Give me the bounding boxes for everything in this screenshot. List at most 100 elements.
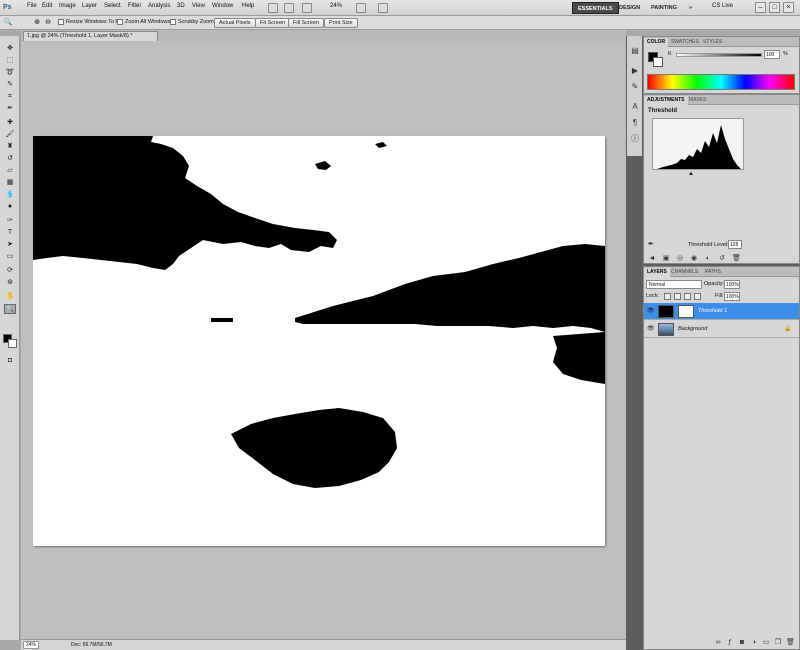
menu-image[interactable]: Image — [59, 3, 76, 9]
actions-panel-icon[interactable]: ▶ — [630, 66, 640, 76]
lasso-tool-icon[interactable]: ➰ — [4, 68, 16, 78]
color-background-swatch[interactable] — [653, 57, 663, 67]
fill-screen-button[interactable]: Fill Screen — [288, 18, 324, 28]
expand-view-icon[interactable]: ▣ — [662, 255, 670, 263]
menu-select[interactable]: Select — [104, 3, 121, 9]
brushes-panel-icon[interactable]: ✎ — [630, 82, 640, 92]
cs-live-button[interactable]: CS Live — [712, 3, 733, 9]
tab-paths[interactable]: PATHS — [702, 268, 724, 277]
tab-channels[interactable]: CHANNELS — [668, 268, 701, 277]
menu-file[interactable]: File — [27, 3, 37, 9]
paragraph-panel-icon[interactable]: ¶ — [630, 118, 640, 128]
menu-view[interactable]: View — [192, 3, 205, 9]
dodge-tool-icon[interactable]: ● — [4, 202, 16, 212]
image-canvas[interactable] — [33, 136, 605, 546]
gradient-tool-icon[interactable]: ▦ — [4, 178, 16, 188]
return-to-list-icon[interactable]: ◄ — [648, 255, 656, 263]
lock-image-toggle[interactable] — [674, 293, 681, 300]
tab-adjustments[interactable]: ADJUSTMENTS — [644, 96, 688, 105]
more-workspaces-button[interactable]: » — [684, 2, 697, 14]
move-tool-icon[interactable]: ✥ — [4, 44, 16, 54]
shape-tool-icon[interactable]: ▭ — [4, 252, 16, 262]
new-layer-icon[interactable]: ❐ — [774, 639, 782, 647]
arrange-documents-icon[interactable] — [356, 3, 366, 13]
layer-name[interactable]: Threshold 1 — [698, 308, 727, 314]
workspace-essentials[interactable]: ESSENTIALS — [572, 2, 619, 14]
close-button[interactable]: × — [783, 2, 794, 13]
layer-mask-thumbnail[interactable] — [678, 305, 694, 318]
layer-row-background[interactable]: 👁 Background 🔒 — [644, 321, 799, 338]
new-group-icon[interactable]: ▭ — [762, 639, 770, 647]
menu-help[interactable]: Help — [242, 3, 254, 9]
document-info[interactable]: Doc: 56.7M/56.7M — [71, 642, 112, 648]
menu-analysis[interactable]: Analysis — [148, 3, 170, 9]
eyedropper-icon[interactable]: ✒ — [648, 240, 654, 248]
threshold-slider-handle[interactable]: ▲ — [688, 171, 694, 177]
layer-name[interactable]: Background — [678, 326, 707, 332]
adjustment-layer-thumbnail[interactable] — [658, 305, 674, 318]
zoom-all-windows-checkbox[interactable]: Zoom All Windows — [117, 19, 170, 25]
hand-tool-icon[interactable]: ✋ — [4, 292, 16, 302]
link-layers-icon[interactable]: ∞ — [714, 639, 722, 647]
workspace-design[interactable]: DESIGN — [614, 2, 645, 14]
screen-mode-icon[interactable] — [378, 3, 388, 13]
menu-layer[interactable]: Layer — [82, 3, 97, 9]
menu-window[interactable]: Window — [212, 3, 233, 9]
3d-orbit-tool-icon[interactable]: ⊛ — [4, 278, 16, 288]
fit-screen-button[interactable]: Fit Screen — [255, 18, 291, 28]
eye-icon[interactable]: 👁 — [647, 308, 655, 314]
info-panel-icon[interactable]: ⓘ — [630, 134, 640, 144]
marquee-tool-icon[interactable]: ⬚ — [4, 56, 16, 66]
path-selection-tool-icon[interactable]: ➤ — [4, 240, 16, 250]
bridge-icon[interactable] — [268, 3, 278, 13]
actual-pixels-button[interactable]: Actual Pixels — [214, 18, 256, 28]
maximize-button[interactable]: □ — [769, 2, 780, 13]
delete-adjustment-icon[interactable]: 🗑 — [732, 255, 741, 263]
clip-to-layer-icon[interactable]: ◎ — [676, 255, 684, 263]
k-channel-slider[interactable] — [676, 53, 762, 57]
background-color-swatch[interactable] — [8, 339, 17, 348]
lock-transparency-toggle[interactable] — [664, 293, 671, 300]
tab-color[interactable]: COLOR — [644, 38, 669, 47]
reset-icon[interactable]: ↺ — [718, 255, 726, 263]
menu-3d[interactable]: 3D — [177, 3, 185, 9]
fill-field[interactable]: 100% — [724, 292, 740, 301]
resize-windows-checkbox[interactable]: Resize Windows To Fit — [58, 19, 122, 25]
tab-masks[interactable]: MASKS — [686, 96, 710, 105]
background-thumbnail[interactable] — [658, 323, 674, 336]
menu-edit[interactable]: Edit — [42, 3, 52, 9]
lock-position-toggle[interactable] — [684, 293, 691, 300]
quick-selection-tool-icon[interactable]: ✎ — [4, 80, 16, 90]
menu-filter[interactable]: Filter — [128, 3, 141, 9]
zoom-status-field[interactable]: 24% — [23, 641, 39, 649]
eyedropper-tool-icon[interactable]: ✒ — [4, 104, 16, 114]
threshold-histogram[interactable] — [652, 118, 744, 170]
eraser-tool-icon[interactable]: ▱ — [4, 166, 16, 176]
pen-tool-icon[interactable]: ✑ — [4, 216, 16, 226]
k-channel-value[interactable]: 100 — [764, 50, 780, 59]
add-mask-icon[interactable]: ◙ — [738, 639, 746, 647]
opacity-field[interactable]: 100% — [724, 280, 740, 289]
delete-layer-icon[interactable]: 🗑 — [786, 639, 795, 647]
print-size-button[interactable]: Print Size — [324, 18, 358, 28]
crop-tool-icon[interactable]: ⌗ — [4, 92, 16, 102]
character-panel-icon[interactable]: A — [630, 102, 640, 112]
brush-tool-icon[interactable]: 🖌 — [4, 130, 16, 140]
blur-tool-icon[interactable]: 💧 — [4, 190, 16, 200]
layer-style-icon[interactable]: ƒ — [726, 639, 734, 647]
color-spectrum-ramp[interactable] — [647, 74, 795, 90]
mini-bridge-icon[interactable] — [284, 3, 294, 13]
3d-rotate-tool-icon[interactable]: ⟳ — [4, 266, 16, 276]
eye-icon[interactable]: 👁 — [647, 326, 655, 332]
tab-layers[interactable]: LAYERS — [644, 268, 670, 277]
zoom-tool-icon[interactable]: 🔍 — [4, 304, 16, 314]
blend-mode-select[interactable]: Normal — [646, 280, 702, 289]
lock-all-toggle[interactable] — [694, 293, 701, 300]
tab-swatches[interactable]: SWATCHES — [668, 38, 702, 47]
toggle-visibility-icon[interactable]: ◉ — [690, 255, 698, 263]
zoom-out-icon[interactable]: ⊖ — [43, 18, 53, 28]
previous-state-icon[interactable]: ◐ — [704, 255, 712, 263]
tab-styles[interactable]: STYLES — [700, 38, 725, 47]
threshold-level-field[interactable]: 128 — [728, 240, 742, 249]
history-panel-icon[interactable]: ▤ — [630, 46, 640, 56]
